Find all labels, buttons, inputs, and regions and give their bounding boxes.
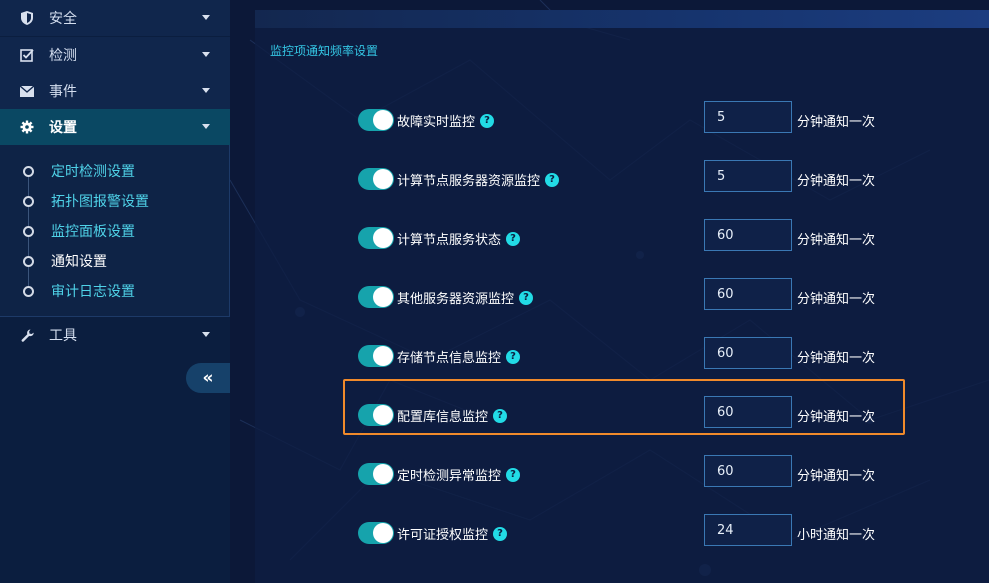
help-icon[interactable]: ? bbox=[519, 290, 534, 305]
sidebar: 安全 检测 事件 设置 定时检测设置 拓扑图报警设置 监控面板设置 通知设置 审… bbox=[0, 0, 230, 583]
shield-icon bbox=[20, 11, 34, 25]
help-icon[interactable]: ? bbox=[506, 231, 521, 246]
submenu-item-label: 审计日志设置 bbox=[51, 284, 135, 300]
setting-label: 计算节点服务器资源监控? bbox=[397, 170, 560, 189]
setting-row: 计算节点服务器资源监控? 分钟通知一次 bbox=[230, 159, 989, 199]
settings-submenu: 定时检测设置 拓扑图报警设置 监控面板设置 通知设置 审计日志设置 bbox=[0, 145, 230, 317]
nav-item-label: 设置 bbox=[49, 120, 77, 136]
setting-row: 计算节点服务状态? 分钟通知一次 bbox=[230, 218, 989, 258]
frequency-input[interactable] bbox=[704, 278, 792, 310]
submenu-item-topology-alarm[interactable]: 拓扑图报警设置 bbox=[0, 186, 229, 216]
enable-toggle[interactable] bbox=[358, 109, 394, 131]
enable-toggle[interactable] bbox=[358, 463, 394, 485]
setting-row: 故障实时监控? 分钟通知一次 bbox=[230, 100, 989, 140]
unit-label: 分钟通知一次 bbox=[797, 174, 876, 189]
submenu-item-audit-log[interactable]: 审计日志设置 bbox=[0, 276, 229, 306]
chevron-down-icon bbox=[202, 15, 210, 20]
check-square-icon bbox=[20, 48, 34, 62]
toggle-knob bbox=[373, 228, 393, 248]
toggle-knob bbox=[373, 287, 393, 307]
setting-row: 配置库信息监控? 分钟通知一次 bbox=[230, 395, 989, 435]
toggle-knob bbox=[373, 169, 393, 189]
main-content: 监控项通知频率设置 故障实时监控? 分钟通知一次 计算节点服务器资源监控? 分钟… bbox=[230, 0, 989, 583]
enable-toggle[interactable] bbox=[358, 168, 394, 190]
setting-label: 存储节点信息监控? bbox=[397, 347, 521, 366]
enable-toggle[interactable] bbox=[358, 286, 394, 308]
submenu-item-monitor-panel[interactable]: 监控面板设置 bbox=[0, 216, 229, 246]
nav-item-label: 事件 bbox=[49, 84, 77, 100]
unit-label: 分钟通知一次 bbox=[797, 351, 876, 366]
chevron-down-icon bbox=[202, 52, 210, 57]
unit-label: 分钟通知一次 bbox=[797, 469, 876, 484]
toggle-knob bbox=[373, 464, 393, 484]
nav-item-events[interactable]: 事件 bbox=[0, 73, 230, 109]
bullet-icon bbox=[23, 286, 34, 297]
submenu-item-scheduled-check[interactable]: 定时检测设置 bbox=[0, 156, 229, 186]
help-icon[interactable]: ? bbox=[480, 113, 495, 128]
setting-label: 许可证授权监控? bbox=[397, 524, 508, 543]
frequency-input[interactable] bbox=[704, 219, 792, 251]
collapse-sidebar-button[interactable]: « bbox=[186, 363, 230, 393]
frequency-input[interactable] bbox=[704, 514, 792, 546]
nav-item-security[interactable]: 安全 bbox=[0, 0, 230, 36]
enable-toggle[interactable] bbox=[358, 227, 394, 249]
setting-row: 许可证授权监控? 小时通知一次 bbox=[230, 513, 989, 553]
toggle-knob bbox=[373, 110, 393, 130]
bullet-icon bbox=[23, 256, 34, 267]
frequency-input[interactable] bbox=[704, 101, 792, 133]
bullet-icon bbox=[23, 196, 34, 207]
unit-label: 分钟通知一次 bbox=[797, 115, 876, 130]
nav-item-settings[interactable]: 设置 bbox=[0, 109, 230, 145]
help-icon[interactable]: ? bbox=[493, 526, 508, 541]
header-strip bbox=[255, 10, 989, 28]
unit-label: 分钟通知一次 bbox=[797, 233, 876, 248]
toggle-knob bbox=[373, 346, 393, 366]
section-title: 监控项通知频率设置 bbox=[270, 44, 379, 58]
enable-toggle[interactable] bbox=[358, 345, 394, 367]
setting-label: 其他服务器资源监控? bbox=[397, 288, 534, 307]
frequency-input[interactable] bbox=[704, 337, 792, 369]
frequency-input[interactable] bbox=[704, 455, 792, 487]
unit-label: 小时通知一次 bbox=[797, 528, 876, 543]
unit-label: 分钟通知一次 bbox=[797, 410, 876, 425]
nav-item-label: 检测 bbox=[49, 48, 77, 64]
bullet-icon bbox=[23, 166, 34, 177]
double-chevron-left-icon: « bbox=[202, 368, 214, 388]
setting-label: 计算节点服务状态? bbox=[397, 229, 521, 248]
setting-label: 定时检测异常监控? bbox=[397, 465, 521, 484]
submenu-item-label: 通知设置 bbox=[51, 254, 107, 270]
nav-item-tools[interactable]: 工具 bbox=[0, 317, 230, 353]
setting-label: 配置库信息监控? bbox=[397, 406, 508, 425]
unit-label: 分钟通知一次 bbox=[797, 292, 876, 307]
gear-icon bbox=[20, 120, 34, 134]
setting-row: 存储节点信息监控? 分钟通知一次 bbox=[230, 336, 989, 376]
enable-toggle[interactable] bbox=[358, 522, 394, 544]
submenu-item-label: 定时检测设置 bbox=[51, 164, 135, 180]
setting-label: 故障实时监控? bbox=[397, 111, 495, 130]
setting-row: 定时检测异常监控? 分钟通知一次 bbox=[230, 454, 989, 494]
nav-item-label: 安全 bbox=[49, 11, 77, 27]
envelope-icon bbox=[20, 84, 34, 98]
toggle-knob bbox=[373, 405, 393, 425]
chevron-down-icon bbox=[202, 124, 210, 129]
submenu-item-label: 监控面板设置 bbox=[51, 224, 135, 240]
wrench-icon bbox=[20, 328, 34, 342]
help-icon[interactable]: ? bbox=[545, 172, 560, 187]
enable-toggle[interactable] bbox=[358, 404, 394, 426]
setting-row: 其他服务器资源监控? 分钟通知一次 bbox=[230, 277, 989, 317]
frequency-input[interactable] bbox=[704, 396, 792, 428]
toggle-knob bbox=[373, 523, 393, 543]
nav-item-detection[interactable]: 检测 bbox=[0, 37, 230, 73]
help-icon[interactable]: ? bbox=[506, 349, 521, 364]
submenu-item-label: 拓扑图报警设置 bbox=[51, 194, 149, 210]
frequency-input[interactable] bbox=[704, 160, 792, 192]
submenu-item-notification[interactable]: 通知设置 bbox=[0, 246, 229, 276]
chevron-down-icon bbox=[202, 88, 210, 93]
help-icon[interactable]: ? bbox=[506, 467, 521, 482]
bullet-icon bbox=[23, 226, 34, 237]
help-icon[interactable]: ? bbox=[493, 408, 508, 423]
chevron-down-icon bbox=[202, 332, 210, 337]
nav-item-label: 工具 bbox=[49, 328, 77, 344]
